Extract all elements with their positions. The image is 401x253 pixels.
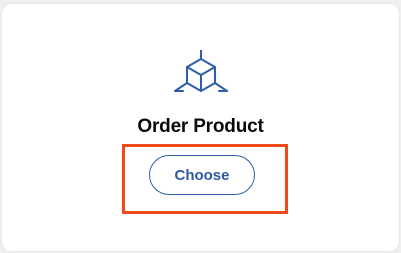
choose-button[interactable]: Choose	[149, 155, 255, 195]
cube-box-icon	[173, 49, 229, 100]
card-title: Order Product	[137, 116, 264, 137]
